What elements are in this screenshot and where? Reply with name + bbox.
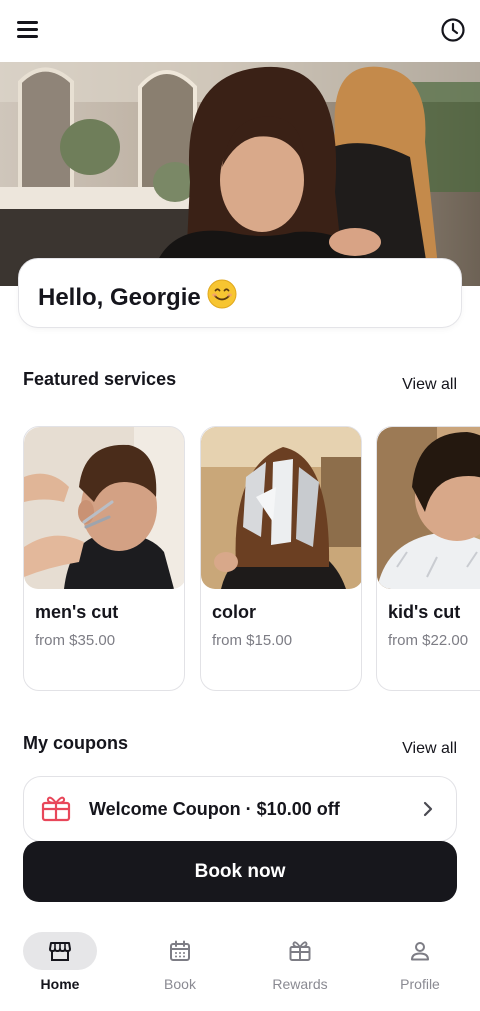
- gift-icon: [289, 941, 311, 961]
- mens-cut-image: [24, 427, 184, 589]
- nav-item-rewards[interactable]: Rewards: [260, 932, 340, 998]
- featured-services-title: Featured services: [23, 369, 177, 389]
- featured-view-all-link[interactable]: View all: [402, 376, 457, 394]
- service-card-color[interactable]: color from $15.00: [200, 426, 362, 691]
- chevron-right-icon: [422, 800, 434, 823]
- nav-item-book[interactable]: Book: [140, 932, 220, 998]
- bottom-navigation: Home Book Rewards Profile: [0, 918, 480, 1011]
- service-price: from $35.00: [35, 632, 116, 649]
- nav-label: Profile: [400, 976, 440, 992]
- nav-label: Book: [164, 976, 196, 992]
- hamburger-menu-icon[interactable]: [14, 17, 42, 41]
- service-name: color: [212, 602, 257, 622]
- smiling-face-icon: [207, 279, 237, 316]
- kids-cut-image: [377, 427, 480, 589]
- nav-label: Rewards: [272, 976, 328, 992]
- hero-salon-image: [0, 62, 480, 286]
- coupon-item[interactable]: Welcome Coupon · $10.00 off: [23, 776, 457, 842]
- service-name: men's cut: [35, 602, 119, 622]
- nav-item-profile[interactable]: Profile: [380, 932, 460, 998]
- service-price: from $22.00: [388, 632, 469, 649]
- service-name: kid's cut: [388, 602, 461, 622]
- greeting-line: Hello, Georgie: [38, 279, 237, 316]
- greeting-text: Hello, Georgie: [38, 284, 201, 311]
- greeting-card: Hello, Georgie: [18, 258, 462, 328]
- service-card-mens-cut[interactable]: men's cut from $35.00: [23, 426, 185, 691]
- person-icon: [411, 942, 429, 961]
- my-coupons-title: My coupons: [23, 733, 129, 753]
- coupon-label: Welcome Coupon · $10.00 off: [89, 799, 340, 819]
- featured-services-carousel[interactable]: men's cut from $35.00 color from $15.00: [23, 426, 480, 692]
- nav-item-home[interactable]: Home: [20, 932, 100, 998]
- calendar-icon: [170, 940, 190, 961]
- book-now-button[interactable]: Book now: [23, 841, 457, 902]
- gift-icon: [41, 794, 71, 827]
- nav-label: Home: [40, 976, 80, 992]
- store-icon: [49, 942, 71, 961]
- top-app-bar: [0, 0, 480, 62]
- coupons-view-all-link[interactable]: View all: [402, 740, 457, 758]
- service-price: from $15.00: [212, 632, 293, 649]
- color-service-image: [201, 427, 361, 589]
- clock-icon[interactable]: [440, 17, 466, 43]
- service-card-kids-cut[interactable]: kid's cut from $22.00: [376, 426, 480, 691]
